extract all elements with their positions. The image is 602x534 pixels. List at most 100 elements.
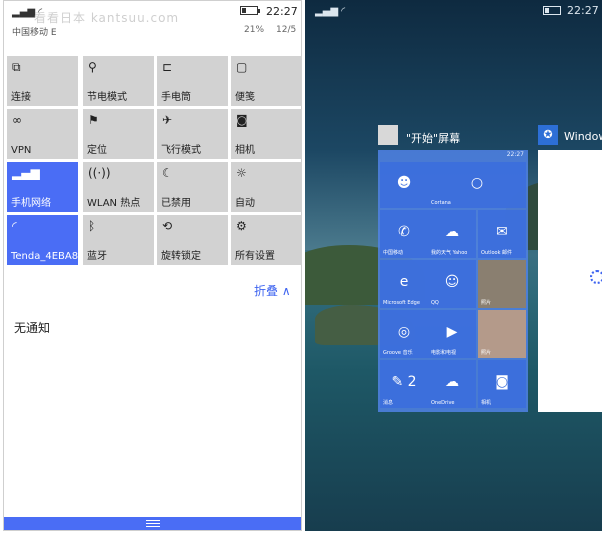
quick-action-label: 连接 — [11, 92, 31, 103]
quick-action-label: 蓝牙 — [87, 251, 107, 262]
quick-action-label: 已禁用 — [161, 198, 191, 209]
quick-action-label: 手机网络 — [11, 198, 51, 209]
quick-action-label: 便笺 — [235, 92, 255, 103]
qq-icon: ☺ — [444, 274, 460, 290]
start-screen-app-icon — [378, 125, 398, 145]
windows-app-icon: ✪ — [538, 125, 558, 145]
quick-action-label: Tenda_4EBA88 — [11, 251, 85, 262]
start-screen-card[interactable]: 22:27 ☻ ○ Cortana ✆ 中国移动 ☁ 我的天气 Yahoo ✉ Outlook … — [378, 150, 528, 412]
mini-clock: 22:27 — [506, 151, 524, 158]
quick-action-label: 手电筒 — [161, 92, 191, 103]
tile-label: OneDrive — [431, 400, 455, 406]
quick-action-label: 自动 — [235, 198, 255, 209]
messaging-icon: ✎ 2 — [391, 374, 417, 390]
task-view-panel: ▂▄▆ ◜ 22:27 "开始"屏幕 ✪ Windows 22:27 ☻ ○ Cor… — [305, 0, 602, 531]
start-screen-app-label: "开始"屏幕 — [406, 132, 461, 145]
camera-icon: ◙ — [236, 113, 248, 127]
clock: 22:27 — [266, 5, 298, 18]
bluetooth-icon: ᛒ — [88, 219, 96, 233]
weather-icon: ☁ — [445, 224, 459, 240]
cortana-icon: ○ — [470, 175, 484, 191]
date-label: 12/5 — [276, 25, 297, 35]
quick-action-tile[interactable]: ✈ 飞行模式 — [157, 109, 228, 159]
phone-icon: ✆ — [398, 224, 410, 240]
quick-action-tile[interactable]: ⚑ 定位 — [83, 109, 154, 159]
status-bar: ▂▄▆ ◜ 22:27 — [305, 0, 602, 22]
outlook-icon: ✉ — [496, 224, 508, 240]
tile-label: 我的天气 Yahoo — [431, 250, 468, 256]
outlook-tile[interactable]: ✉ Outlook 邮件 — [478, 210, 526, 258]
drag-handle-bar[interactable] — [4, 517, 301, 530]
battery-saver-icon: ⚲ — [88, 60, 97, 74]
tile-label: 照片 — [481, 350, 492, 356]
edge-tile[interactable]: e Microsoft Edge — [380, 260, 428, 308]
mini-status-bar: 22:27 — [378, 150, 528, 160]
tile-label: Microsoft Edge — [383, 300, 420, 306]
moon-icon: ☾ — [162, 166, 173, 180]
cellular-icon: ▂▄▆ — [12, 166, 40, 180]
quick-action-label: 飞行模式 — [161, 145, 201, 156]
messaging-tile[interactable]: ✎ 2 消息 — [380, 360, 428, 408]
quick-action-tile[interactable]: ◙ 相机 — [231, 109, 302, 159]
battery-icon — [543, 6, 561, 15]
collapse-button[interactable]: 折叠 ∧ — [254, 282, 291, 299]
quick-action-tile[interactable]: ∞ VPN — [7, 109, 78, 159]
tile-label: Cortana — [431, 200, 451, 206]
quick-action-tile[interactable]: ⧉ 连接 — [7, 56, 78, 106]
rotation-lock-icon: ⟲ — [162, 219, 173, 233]
flashlight-icon: ⊏ — [162, 60, 173, 74]
people-tile[interactable]: ☻ — [380, 162, 428, 208]
weather-tile[interactable]: ☁ 我的天气 Yahoo — [428, 210, 476, 258]
groove-tile[interactable]: ◎ Groove 音乐 — [380, 310, 428, 358]
screenshot-root: ▂▄▆ ◜ 看看日本 kantsuu.com 22:27 中国移动 E 21% … — [0, 0, 602, 534]
clock: 22:27 — [567, 4, 599, 17]
watermark: 看看日本 kantsuu.com — [34, 11, 180, 25]
windows-app-label: Windows — [564, 130, 602, 143]
signal-icon: ▂▄▆ ◜ — [315, 6, 346, 17]
movies-icon: ▶ — [446, 324, 458, 340]
quick-action-tile[interactable]: ▢ 便笺 — [231, 56, 302, 106]
quick-action-tile[interactable]: ▂▄▆ 手机网络 — [7, 162, 78, 212]
airplane-icon: ✈ — [162, 113, 173, 127]
location-icon: ⚑ — [88, 113, 99, 127]
qq-tile[interactable]: ☺ QQ — [428, 260, 476, 308]
quick-action-tile[interactable]: ⟲ 旋转锁定 — [157, 215, 228, 265]
quick-action-tile[interactable]: ⚙ 所有设置 — [231, 215, 302, 265]
action-center-panel: ▂▄▆ ◜ 看看日本 kantsuu.com 22:27 中国移动 E 21% … — [3, 0, 302, 531]
brightness-icon: ☼ — [236, 166, 247, 180]
groove-icon: ◎ — [397, 324, 411, 340]
tile-label: QQ — [431, 300, 439, 306]
hotspot-icon: ((·)) — [88, 166, 111, 180]
cortana-tile[interactable]: ○ Cortana — [428, 162, 526, 208]
onedrive-tile[interactable]: ☁ OneDrive — [428, 360, 476, 408]
quick-action-tile[interactable]: ((·)) WLAN 热点 — [83, 162, 154, 212]
quick-action-tile[interactable]: ⚲ 节电模式 — [83, 56, 154, 106]
quick-action-tile[interactable]: ⊏ 手电筒 — [157, 56, 228, 106]
windows-app-card[interactable] — [538, 150, 602, 412]
photos2-tile[interactable]: 照片 — [478, 310, 526, 358]
project-icon: ⧉ — [12, 60, 21, 74]
grip-icon — [146, 520, 160, 527]
tile-label: 电影和电视 — [431, 350, 457, 356]
status-bar: ▂▄▆ ◜ 看看日本 kantsuu.com 22:27 — [4, 1, 301, 25]
battery-percent: 21% — [244, 25, 265, 35]
quick-action-tile[interactable]: ☼ 自动 — [231, 162, 302, 212]
vpn-icon: ∞ — [12, 113, 22, 127]
quick-action-tile[interactable]: ◜ Tenda_4EBA88 — [7, 215, 84, 265]
quick-action-label: 旋转锁定 — [161, 251, 201, 262]
quick-action-label: 节电模式 — [87, 92, 127, 103]
quick-action-tile[interactable]: ☾ 已禁用 — [157, 162, 228, 212]
carrier-label: 中国移动 E — [12, 28, 57, 38]
tile-label: Outlook 邮件 — [481, 250, 513, 256]
quick-action-label: 定位 — [87, 145, 107, 156]
movies-tile[interactable]: ▶ 电影和电视 — [428, 310, 476, 358]
phone-tile[interactable]: ✆ 中国移动 — [380, 210, 428, 258]
note-icon: ▢ — [236, 60, 248, 74]
quick-action-tile[interactable]: ᛒ 蓝牙 — [83, 215, 154, 265]
camera-tile[interactable]: ◙ 相机 — [478, 360, 526, 408]
no-notifications-text: 无通知 — [14, 321, 51, 335]
edge-icon: e — [399, 274, 409, 290]
photos-tile[interactable]: 照片 — [478, 260, 526, 308]
tile-label: 消息 — [383, 400, 394, 406]
camera-icon: ◙ — [495, 374, 509, 390]
